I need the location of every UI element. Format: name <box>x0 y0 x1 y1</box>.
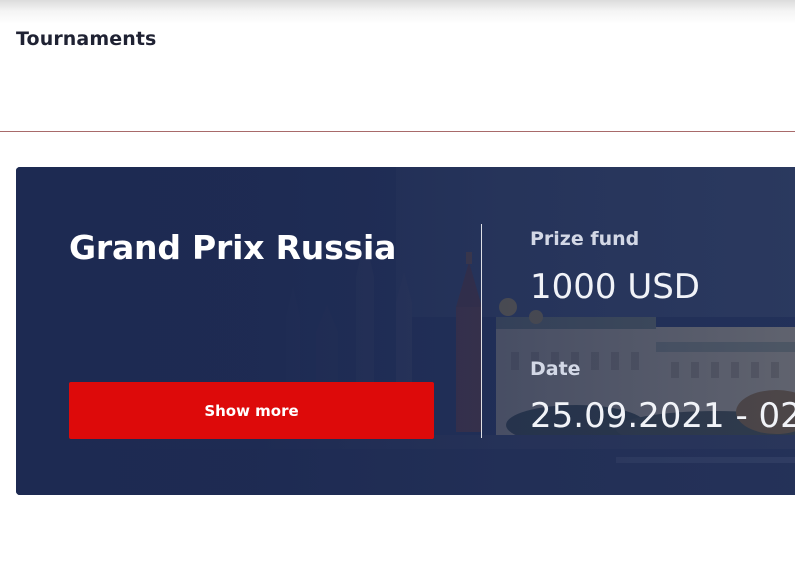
date-label: Date <box>530 358 581 380</box>
date-value: 25.09.2021 - 02.1 <box>530 396 795 436</box>
section-divider <box>0 131 795 132</box>
show-more-button[interactable]: Show more <box>69 382 434 439</box>
tournament-name: Grand Prix Russia <box>69 228 397 267</box>
card-vertical-divider <box>481 224 482 438</box>
prize-fund-label: Prize fund <box>530 228 640 250</box>
top-shadow <box>0 0 795 24</box>
tournament-card: Grand Prix Russia Show more Prize fund 1… <box>16 167 795 495</box>
card-overlay <box>16 167 795 495</box>
prize-fund-value: 1000 USD <box>530 267 700 307</box>
page-title: Tournaments <box>16 28 157 50</box>
